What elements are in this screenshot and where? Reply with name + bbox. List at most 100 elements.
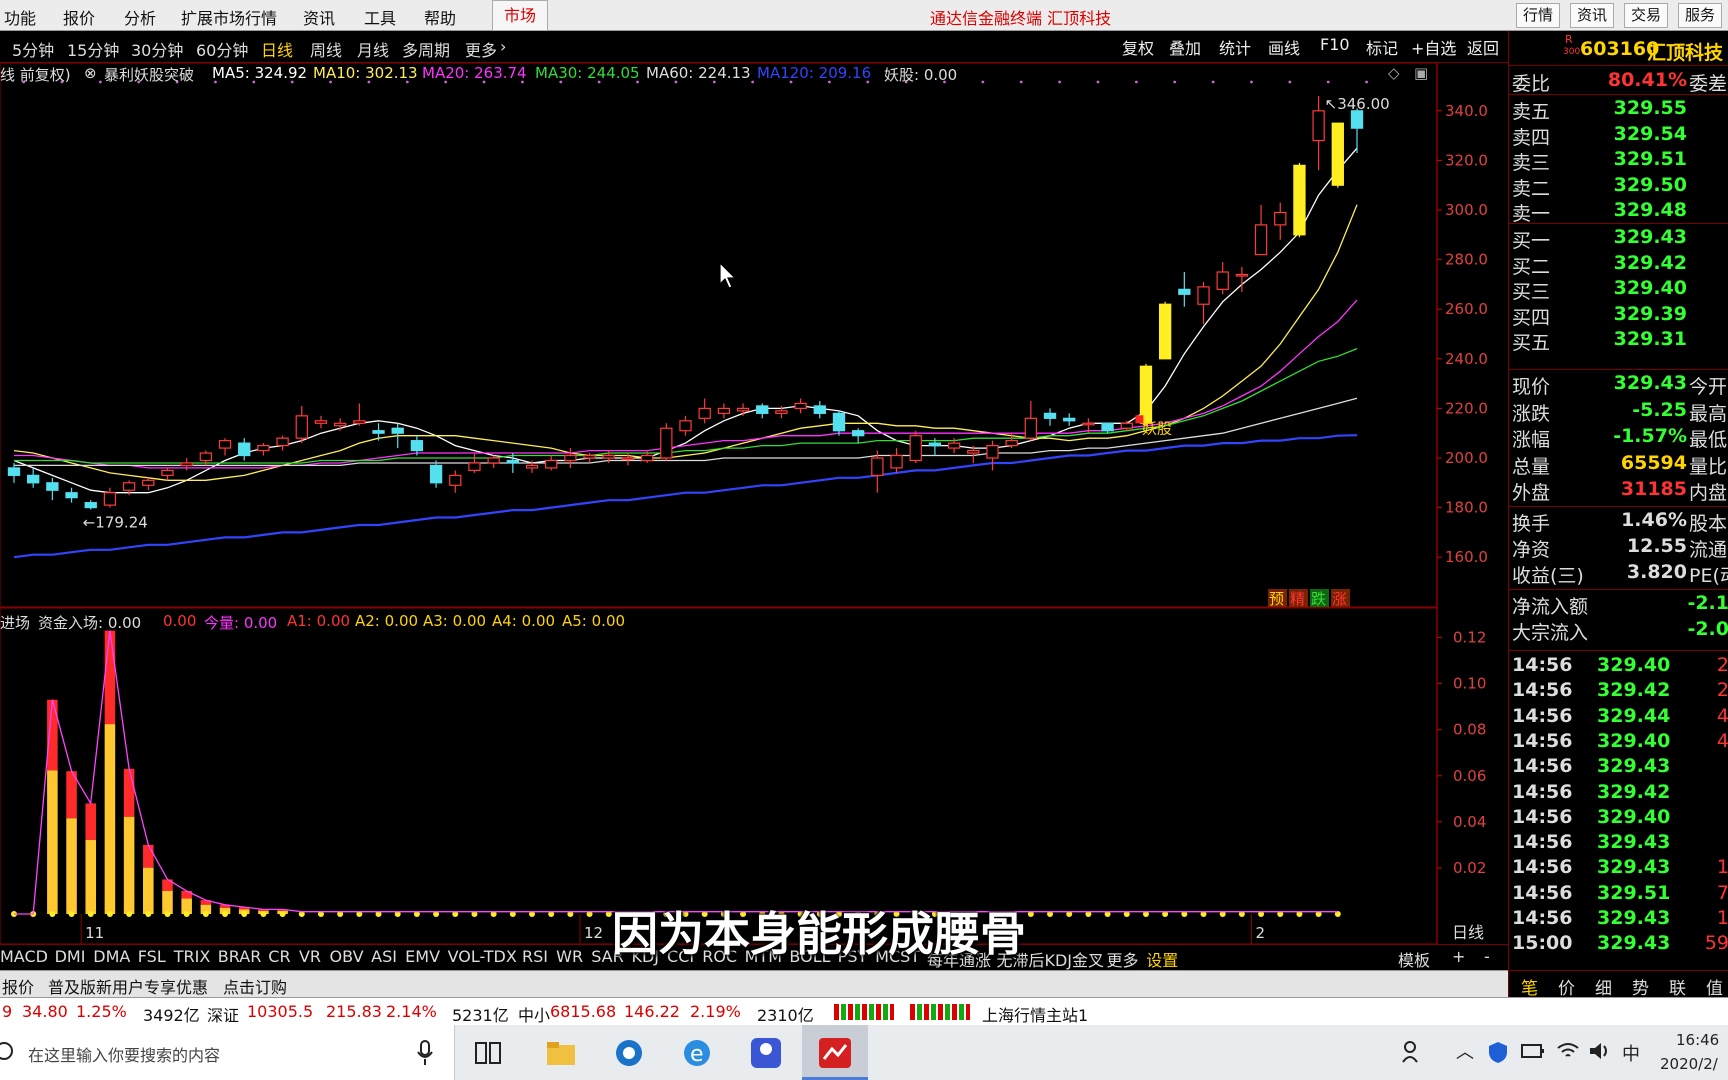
ime-indicator[interactable]: 中: [1622, 1040, 1640, 1066]
candle-body: [1312, 110, 1325, 142]
candle-body: [1024, 417, 1038, 439]
tick-row: 14:56 329.43 1: [1509, 907, 1728, 932]
candle-body: [890, 454, 903, 469]
promo-subscribe[interactable]: 点击订购: [223, 974, 287, 998]
top-btn-quotes[interactable]: 行情: [1516, 3, 1561, 28]
legend-ma60: MA60: 224.13: [646, 64, 751, 82]
microphone-icon[interactable]: [416, 1040, 434, 1066]
tick-time: 15:00: [1512, 932, 1573, 955]
candle-body: [1120, 422, 1133, 429]
indicator-tab[interactable]: DMI: [55, 947, 86, 966]
tick-row: 14:56 329.43 1: [1509, 856, 1728, 881]
chevron-up-icon[interactable]: ︿: [1456, 1038, 1474, 1064]
taskbar-search[interactable]: 在这里输入你要搜索的内容: [0, 1025, 455, 1080]
task-view-icon[interactable]: [474, 1040, 502, 1066]
server-station[interactable]: 上海行情主站1: [982, 1002, 1088, 1026]
quote-tab[interactable]: 细: [1595, 974, 1612, 999]
candle-body: [1082, 422, 1095, 426]
sh-amount: 3492亿: [143, 1006, 200, 1025]
search-input[interactable]: 在这里输入你要搜索的内容: [28, 1042, 220, 1066]
quote-tab[interactable]: 势: [1632, 974, 1649, 999]
tick-time: 14:56: [1512, 704, 1573, 727]
indicator-tab[interactable]: OBV: [330, 947, 364, 966]
quote-tab[interactable]: 价: [1558, 974, 1575, 999]
wifi-icon[interactable]: [1556, 1040, 1580, 1062]
bid-row-label: 买五: [1512, 332, 1551, 354]
indicator-tab[interactable]: RSI: [522, 947, 548, 966]
candle-body: [372, 430, 385, 434]
indicator-tab[interactable]: VR: [299, 947, 321, 966]
indicator-right-btn[interactable]: +: [1452, 947, 1465, 966]
weibi-row: 委比 80.41% 委差: [1509, 69, 1728, 95]
indicator-tab[interactable]: CR: [268, 947, 290, 966]
search-icon: [0, 1042, 13, 1060]
tick-volume: 2: [1716, 654, 1728, 676]
indicator-right-btn[interactable]: 模板: [1398, 947, 1430, 971]
ie-browser-icon[interactable]: e: [681, 1037, 713, 1069]
sz-breadth-icon: [910, 1004, 970, 1020]
clock-time[interactable]: 16:46: [1676, 1031, 1719, 1049]
indicator-tab[interactable]: MACD: [0, 947, 48, 966]
candle-body: [46, 482, 59, 491]
people-icon[interactable]: [1402, 1040, 1424, 1064]
candle-body: [276, 437, 289, 447]
indicator-tab[interactable]: FSL: [138, 947, 166, 966]
speaker-icon[interactable]: [1588, 1040, 1612, 1062]
sub-bar-top: [143, 844, 154, 868]
candle-body: [333, 422, 347, 427]
indicator-tab[interactable]: DMA: [93, 947, 130, 966]
stat-row-ext: 最高: [1689, 402, 1728, 425]
sub-baseline-dot: [202, 911, 209, 917]
tick-volume: 7: [1716, 881, 1728, 904]
gear-icon[interactable]: ⊗: [84, 64, 97, 82]
active-app-tab[interactable]: [802, 1025, 868, 1080]
window-icon[interactable]: ▣: [1414, 64, 1428, 82]
divider: [1509, 65, 1728, 66]
promo-bar: 报价 普及版新用户专享优惠 点击订购: [0, 970, 1508, 997]
indicator-tab[interactable]: EMV: [405, 947, 440, 966]
indicator-tab[interactable]: 更多: [1106, 947, 1138, 971]
stat-row-value: 65594: [1620, 451, 1687, 474]
file-explorer-icon[interactable]: [545, 1039, 577, 1067]
quote-tab[interactable]: 值: [1706, 974, 1723, 999]
promo-quote[interactable]: 报价: [2, 974, 34, 998]
battery-icon[interactable]: [1521, 1042, 1545, 1060]
candle-body: [238, 442, 251, 457]
indicator-tab[interactable]: BRAR: [218, 947, 262, 966]
clock-date[interactable]: 2020/2/: [1660, 1055, 1718, 1073]
sub-bar-bottom: [162, 890, 173, 914]
indicator-tab[interactable]: VOL-TDX: [448, 947, 517, 966]
indicator-right-btn[interactable]: -: [1484, 947, 1490, 966]
top-btn-service[interactable]: 服务: [1678, 3, 1723, 28]
tick-time: 14:56: [1512, 729, 1573, 752]
promo-offer[interactable]: 普及版新用户专享优惠: [48, 974, 208, 998]
stat-row-value: 329.43: [1613, 372, 1687, 394]
tick-row: 14:56 329.44 4: [1509, 705, 1728, 730]
diamond-icon[interactable]: ◇: [1388, 64, 1400, 82]
top-btn-trade[interactable]: 交易: [1624, 3, 1669, 28]
app-blue-icon[interactable]: [750, 1037, 782, 1069]
quote-tab[interactable]: 笔: [1521, 974, 1538, 999]
sz-percent: 2.14%: [386, 1002, 437, 1021]
indicator-tab[interactable]: ASI: [371, 947, 397, 966]
tick-price: 329.51: [1597, 881, 1671, 904]
quote-tab[interactable]: 联: [1669, 974, 1686, 999]
kline-chart[interactable]: 160.0 180.0 200.0 220.0 240.0 260.0 280.0 300.0…: [0, 0, 1508, 944]
bid-row: 买五 329.31: [1509, 328, 1728, 354]
top-btn-news[interactable]: 资讯: [1570, 3, 1615, 28]
indicator-tab[interactable]: 设置: [1146, 947, 1178, 971]
tdx-app-icon: [819, 1038, 851, 1068]
candle-body: [506, 459, 519, 464]
indicator-tab[interactable]: TRIX: [174, 947, 211, 966]
shield-icon[interactable]: [1487, 1040, 1509, 1064]
stat2-row-label: 换手: [1512, 513, 1551, 535]
top-dot: [1326, 80, 1330, 84]
top-dot: [1211, 80, 1215, 84]
browser-q-icon[interactable]: [612, 1037, 646, 1069]
candle-body: [564, 454, 577, 462]
indicator-tab[interactable]: WR: [556, 947, 583, 966]
ask-row-label: 卖二: [1512, 177, 1551, 200]
stat-row-ext: 量比: [1689, 455, 1728, 478]
legend-ma5: MA5: 324.92: [212, 64, 308, 82]
sub-tick-label: 0.10: [1453, 675, 1486, 693]
